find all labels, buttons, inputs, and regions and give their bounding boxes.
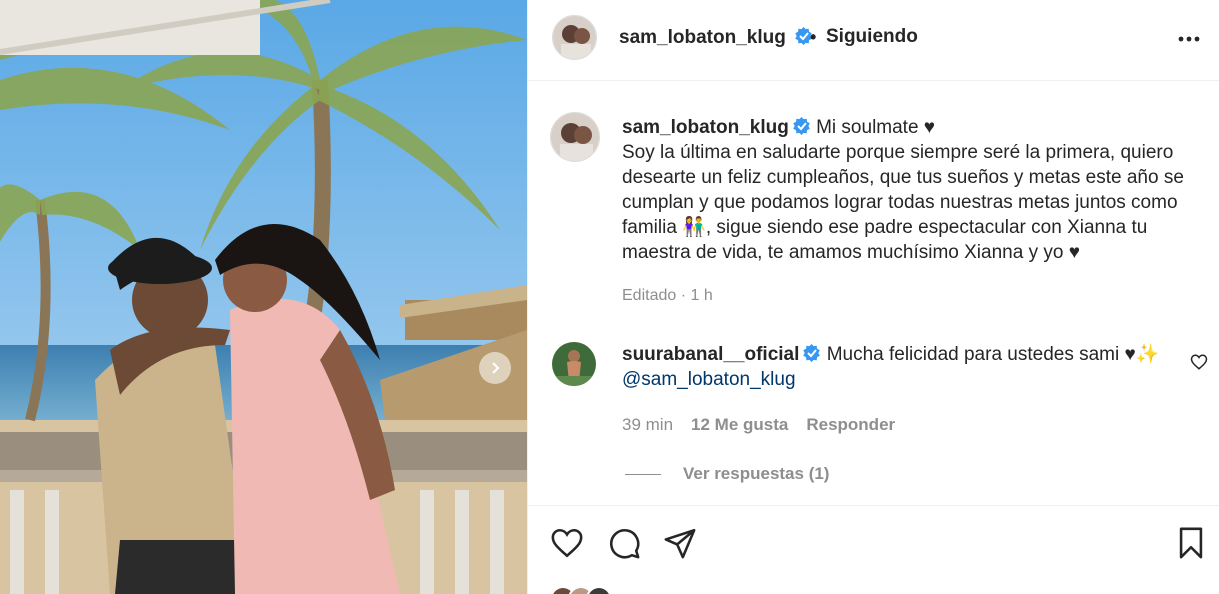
follow-status-button[interactable]: Siguiendo	[826, 26, 918, 48]
comment-actions: 39 min 12 Me gusta Responder	[622, 415, 895, 435]
view-replies-label[interactable]: Ver respuestas (1)	[683, 464, 829, 484]
post-action-bar	[528, 505, 1219, 594]
author-username-text[interactable]: sam_lobaton_klug	[619, 27, 786, 48]
share-icon[interactable]	[663, 526, 697, 560]
view-replies-button[interactable]: Ver respuestas (1)	[625, 464, 829, 484]
beach-couple-photo	[0, 0, 527, 594]
caption-body: Soy la última en saludarte porque siempr…	[622, 142, 1184, 263]
caption-author-username-text[interactable]: sam_lobaton_klug	[622, 117, 789, 138]
carousel-next-button[interactable]	[479, 352, 511, 384]
commenter-username[interactable]: suurabanal__oficial	[622, 344, 821, 365]
author-avatar[interactable]	[552, 15, 597, 60]
author-username[interactable]: sam_lobaton_klug	[619, 27, 813, 49]
verified-badge-icon	[803, 344, 821, 362]
verified-badge-icon	[793, 117, 810, 135]
caption-meta: Editado · 1 h	[622, 287, 713, 304]
liker-avatar	[586, 586, 612, 594]
comment-mention-link[interactable]: @sam_lobaton_klug	[622, 369, 796, 390]
comment-likes-button[interactable]: 12 Me gusta	[691, 415, 788, 435]
heart-icon[interactable]	[550, 526, 584, 560]
comment-body: Mucha felicidad para ustedes sami ♥✨	[826, 344, 1160, 365]
comment-like-heart-icon[interactable]	[1190, 353, 1208, 371]
comment-reply-button[interactable]: Responder	[806, 415, 895, 435]
chevron-right-icon	[492, 362, 500, 374]
likers-avatars[interactable]	[550, 586, 612, 594]
post-header: sam_lobaton_klug • Siguiendo	[528, 0, 1219, 81]
post-photo	[0, 0, 527, 594]
post-side-panel: sam_lobaton_klug • Siguiendo sam_lobaton…	[527, 0, 1219, 594]
comment-time: 39 min	[622, 415, 674, 434]
caption-author-username[interactable]: sam_lobaton_klug	[622, 117, 811, 138]
comment-text: suurabanal__oficial Mucha felicidad para…	[622, 342, 1177, 392]
separator-dot: •	[810, 27, 817, 47]
bookmark-icon[interactable]	[1174, 526, 1208, 560]
more-options-icon[interactable]	[1176, 26, 1202, 52]
commenter-avatar[interactable]	[552, 342, 596, 386]
commenter-username-text[interactable]: suurabanal__oficial	[622, 344, 799, 365]
comment-icon[interactable]	[607, 526, 641, 560]
caption-text: sam_lobaton_klug Mi soulmate ♥ Soy la úl…	[622, 115, 1197, 265]
replies-divider-line	[625, 473, 661, 475]
caption-title: Mi soulmate ♥	[816, 117, 936, 138]
caption-author-avatar[interactable]	[550, 112, 600, 162]
